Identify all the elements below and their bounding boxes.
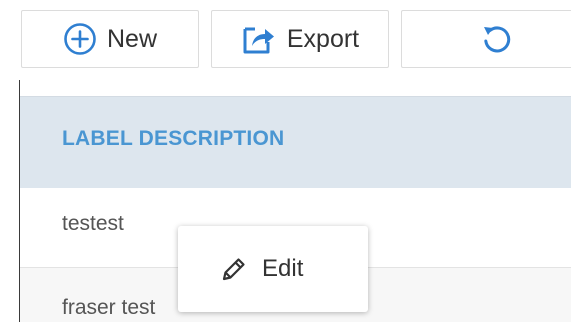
export-icon (241, 22, 277, 56)
new-button[interactable]: New (21, 10, 199, 68)
label-description-cell: testest (62, 212, 124, 235)
table-header: LABEL DESCRIPTION (20, 96, 571, 188)
app-frame: New Export LABEL DESCRIPTION testest fra… (0, 0, 571, 322)
pencil-icon (220, 255, 248, 283)
export-button-label: Export (286, 24, 360, 53)
context-menu-edit-label: Edit (262, 255, 304, 282)
context-menu-edit-item[interactable]: Edit (178, 226, 368, 312)
refresh-button[interactable] (401, 10, 571, 68)
toolbar: New Export (19, 0, 571, 80)
label-description-cell: fraser test (62, 296, 156, 319)
plus-circle-icon (63, 22, 97, 56)
refresh-icon (480, 22, 514, 56)
column-header-label-description[interactable]: LABEL DESCRIPTION (62, 127, 284, 151)
new-button-label: New (106, 24, 157, 53)
export-button[interactable]: Export (211, 10, 389, 68)
context-menu: Edit (178, 226, 368, 312)
